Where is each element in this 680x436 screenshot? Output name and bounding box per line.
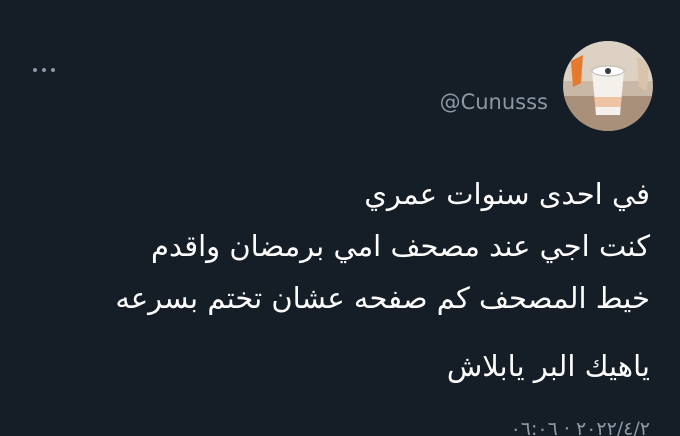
more-options-icon[interactable] — [33, 60, 55, 80]
tweet-line: ياهيك البر يابلاش — [446, 349, 650, 383]
more-dot — [51, 68, 55, 72]
tweet-line: خيط المصحف كم صفحه عشان تختم بسرعه — [115, 281, 650, 315]
author-handle[interactable]: @Cunusss — [440, 90, 548, 114]
tweet-text: في احدى سنوات عمري كنت اجي عند مصحف امي … — [30, 168, 650, 392]
more-dot — [42, 68, 46, 72]
tweet-timestamp[interactable]: ٢٠٢٢/٤/٢ · ٠٦:٠٦ — [511, 418, 650, 436]
more-dot — [33, 68, 37, 72]
avatar[interactable] — [563, 41, 653, 131]
tweet-line: كنت اجي عند مصحف امي برمضان واقدم — [151, 229, 650, 263]
avatar-cup-image — [563, 41, 653, 131]
tweet-line: في احدى سنوات عمري — [364, 177, 650, 211]
